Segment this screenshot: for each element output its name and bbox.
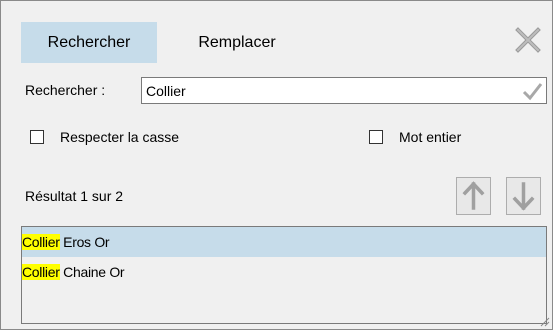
match-highlight: Collier bbox=[22, 264, 60, 280]
resize-grip-icon[interactable] bbox=[538, 315, 550, 327]
list-item[interactable]: Collier Chaine Or bbox=[22, 257, 546, 287]
tab-rechercher[interactable]: Rechercher bbox=[21, 22, 157, 63]
close-icon bbox=[515, 27, 541, 53]
arrow-up-icon bbox=[462, 181, 485, 210]
result-status: Résultat 1 sur 2 bbox=[25, 188, 124, 204]
tab-remplacer[interactable]: Remplacer bbox=[167, 22, 307, 63]
match-case-checkbox[interactable] bbox=[30, 130, 44, 144]
checkmark-icon[interactable] bbox=[521, 80, 543, 102]
arrow-down-icon bbox=[512, 182, 535, 211]
whole-word-checkbox[interactable] bbox=[369, 130, 383, 144]
next-result-button[interactable] bbox=[506, 177, 541, 215]
match-case-label[interactable]: Respecter la casse bbox=[60, 129, 179, 145]
previous-result-button[interactable] bbox=[456, 177, 491, 215]
list-item-text: Eros Or bbox=[59, 234, 110, 250]
results-list[interactable]: Collier Eros Or Collier Chaine Or bbox=[21, 226, 547, 324]
search-input[interactable] bbox=[146, 82, 506, 100]
list-item[interactable]: Collier Eros Or bbox=[22, 227, 546, 257]
close-button[interactable] bbox=[514, 26, 542, 54]
list-item-text: Chaine Or bbox=[59, 264, 125, 280]
search-field[interactable] bbox=[141, 77, 547, 104]
match-highlight: Collier bbox=[22, 234, 60, 250]
search-label: Rechercher : bbox=[25, 82, 106, 98]
whole-word-label[interactable]: Mot entier bbox=[399, 129, 461, 145]
find-dialog: Rechercher Remplacer Rechercher : Respec… bbox=[0, 0, 553, 330]
